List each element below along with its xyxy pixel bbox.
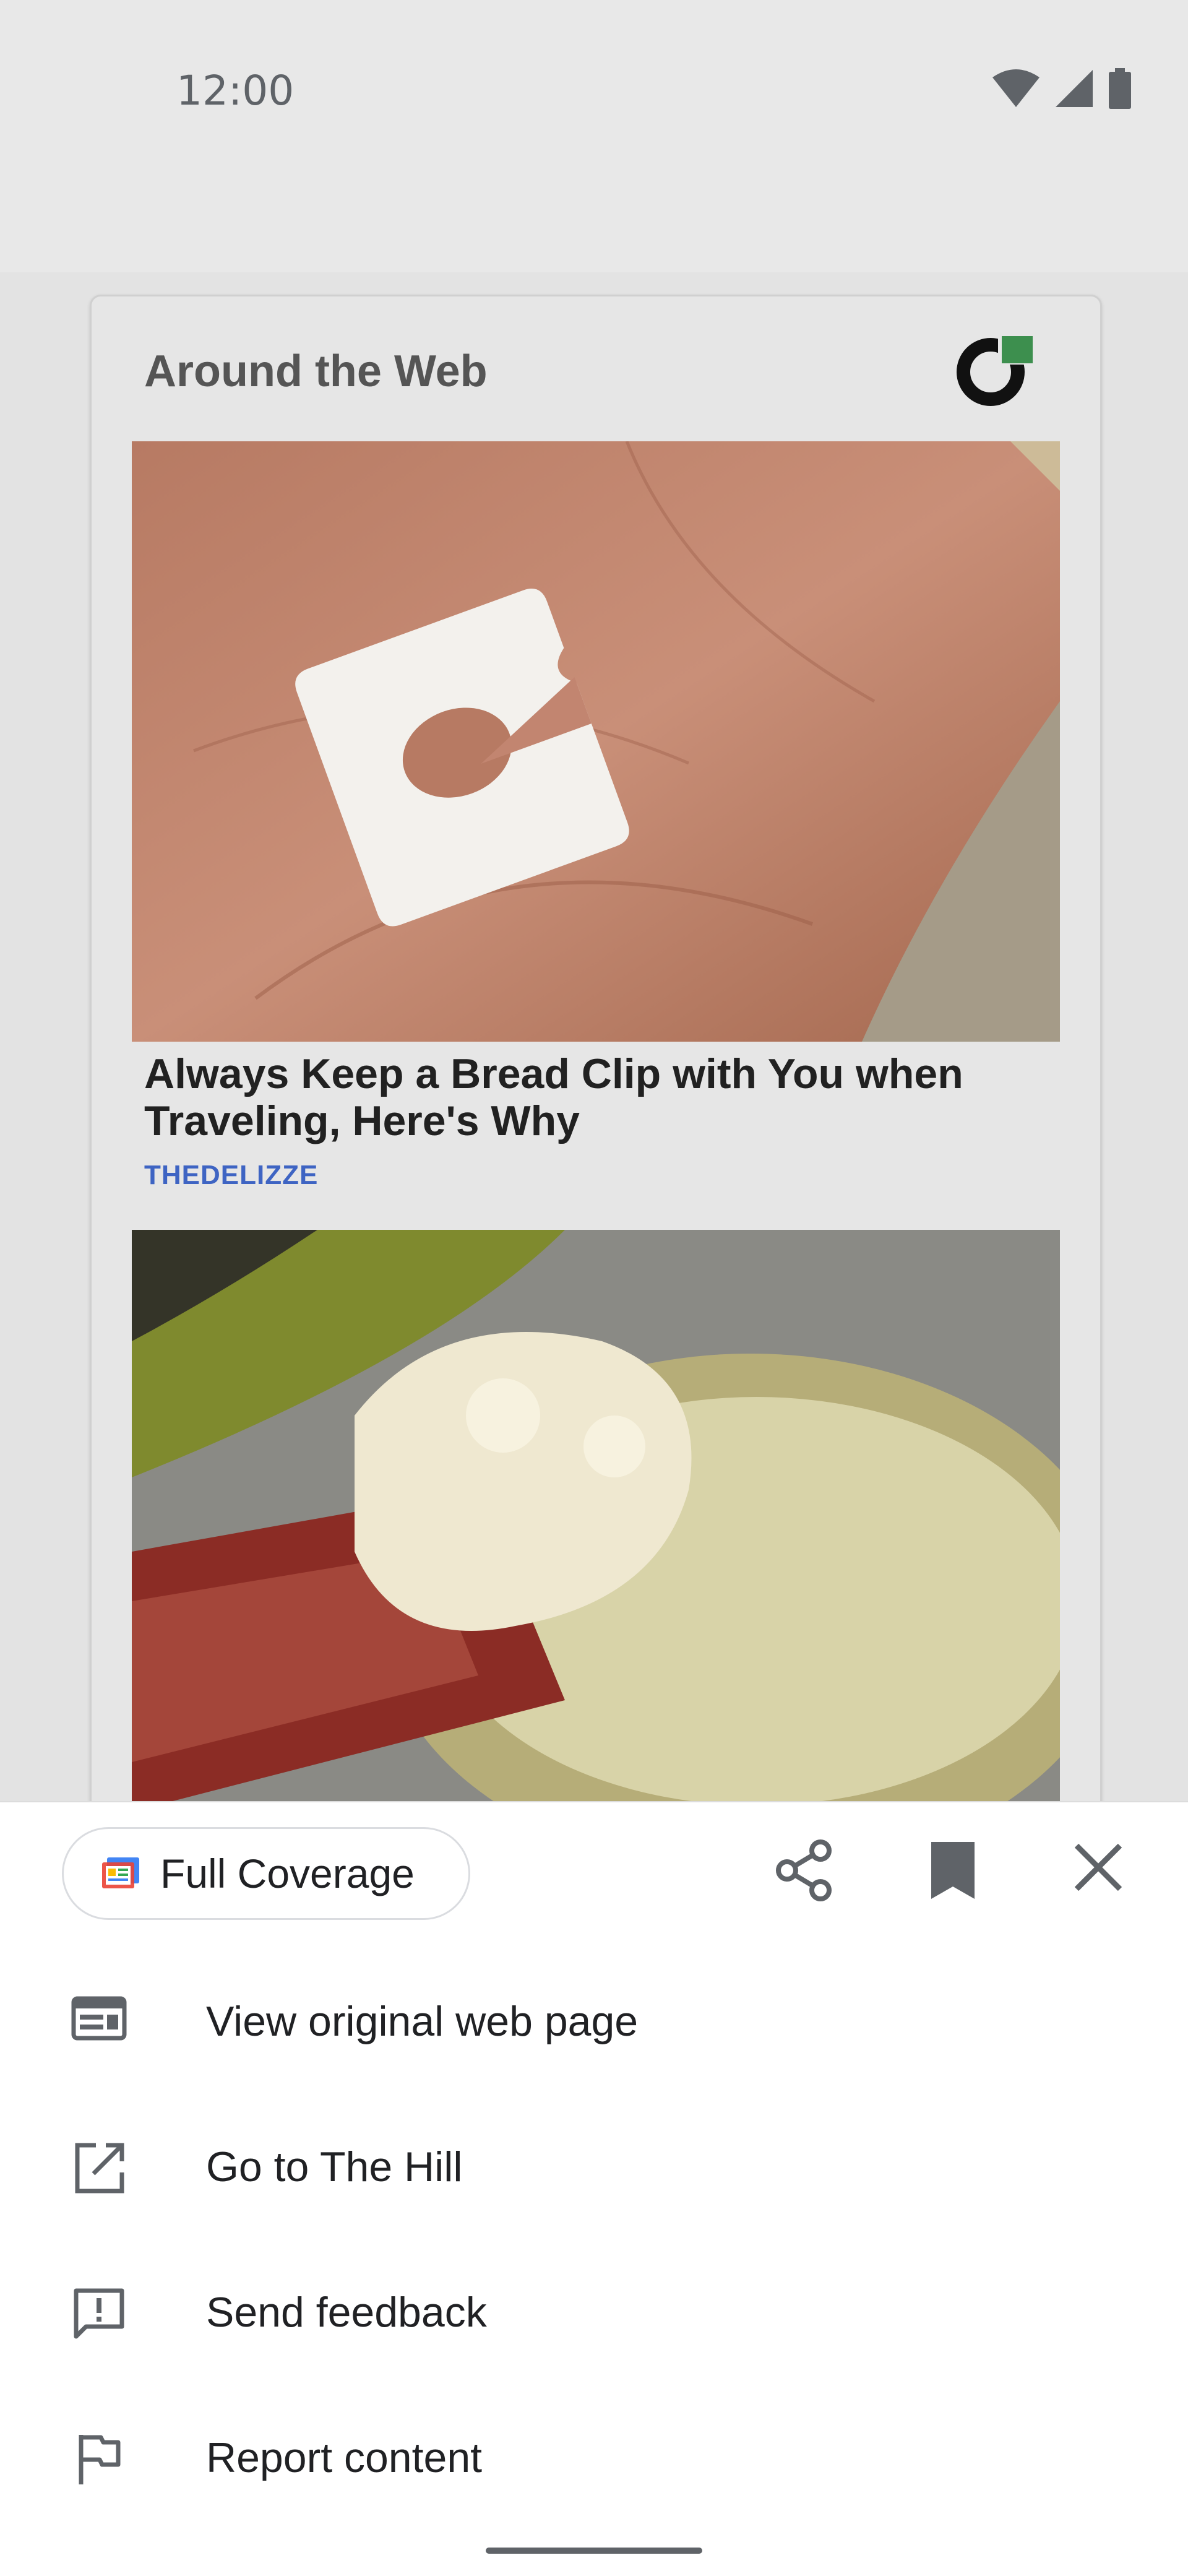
full-coverage-label: Full Coverage	[160, 1851, 415, 1896]
open-external-icon	[75, 2143, 124, 2193]
publisher-logo-icon	[957, 334, 1033, 406]
article-image-bread-clip[interactable]	[132, 441, 1060, 1042]
status-icons	[991, 68, 1132, 109]
wifi-icon	[992, 69, 1040, 107]
card-title: Around the Web	[144, 347, 488, 396]
around-the-web-card: Around the Web Always Keep a Bread Clip …	[90, 295, 1102, 1821]
close-icon[interactable]	[1070, 1839, 1126, 1895]
status-bar: 12:00	[0, 0, 1188, 186]
article-title[interactable]: Always Keep a Bread Clip with You when T…	[144, 1050, 1023, 1144]
bookmark-icon[interactable]	[925, 1839, 981, 1901]
menu-item-label: Go to The Hill	[206, 2143, 463, 2190]
menu-item-report-content[interactable]: Report content	[0, 2395, 1188, 2519]
full-coverage-icon	[102, 1857, 139, 1888]
menu-item-send-feedback[interactable]: Send feedback	[0, 2250, 1188, 2374]
full-coverage-chip[interactable]: Full Coverage	[62, 1827, 470, 1920]
menu-item-label: Send feedback	[206, 2289, 487, 2336]
status-time: 12:00	[176, 67, 295, 115]
feedback-icon	[74, 2288, 124, 2339]
cellular-signal-icon	[1056, 70, 1093, 107]
share-icon[interactable]	[773, 1839, 835, 1901]
web-page-icon	[71, 1996, 127, 2041]
article-source[interactable]: THEDELIZZE	[144, 1160, 318, 1191]
menu-item-label: Report content	[206, 2434, 483, 2481]
home-indicator[interactable]	[486, 2548, 702, 2554]
menu-item-label: View original web page	[206, 1998, 639, 2045]
battery-icon	[1109, 68, 1131, 109]
flag-icon	[79, 2435, 121, 2484]
menu-item-view-original[interactable]: View original web page	[0, 1959, 1188, 2083]
menu-item-go-to-the-hill[interactable]: Go to The Hill	[0, 2104, 1188, 2228]
article-image-scrub[interactable]	[132, 1230, 1060, 1812]
